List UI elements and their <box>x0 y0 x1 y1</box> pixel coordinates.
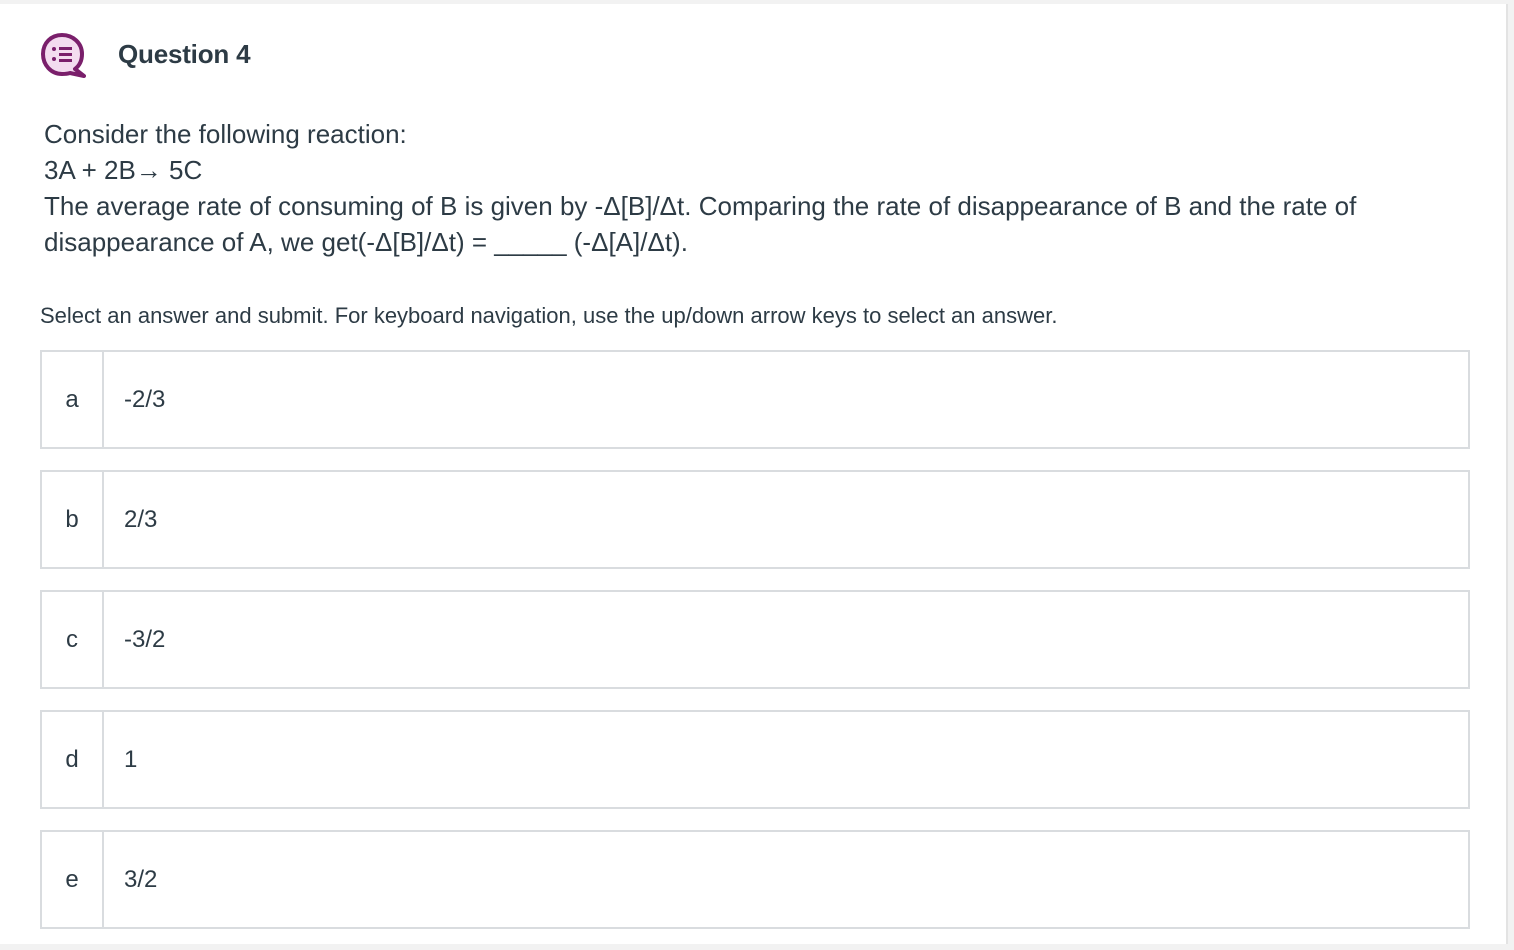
prompt-line: Consider the following reaction: <box>44 119 407 149</box>
question-title: Question 4 <box>118 38 251 69</box>
answer-letter: b <box>42 472 104 567</box>
answer-text: 1 <box>124 745 138 773</box>
answer-letter: d <box>42 712 104 807</box>
answer-letter: c <box>42 592 104 687</box>
answer-option-a[interactable]: a -2/3 <box>40 350 1470 449</box>
answer-letter: a <box>42 352 104 447</box>
question-prompt: Consider the following reaction: 3A + 2B… <box>44 116 1464 260</box>
answer-list: a -2/3 b 2/3 c -3/2 d 1 e 3/2 <box>40 350 1470 950</box>
question-panel: Question 4 Consider the following reacti… <box>0 4 1508 944</box>
answer-text: 3/2 <box>124 865 158 893</box>
question-header: Question 4 <box>40 30 251 78</box>
prompt-line: disappearance of A, we get(-Δ[B]/Δt) = _… <box>44 227 688 257</box>
answer-instruction: Select an answer and submit. For keyboar… <box>40 303 1058 328</box>
answer-option-e[interactable]: e 3/2 <box>40 830 1470 929</box>
answer-option-c[interactable]: c -3/2 <box>40 590 1470 689</box>
answer-option-b[interactable]: b 2/3 <box>40 470 1470 569</box>
answer-option-d[interactable]: d 1 <box>40 710 1470 809</box>
answer-text: -2/3 <box>124 385 166 413</box>
multiple-choice-bubble-icon <box>40 32 86 78</box>
answer-text: 2/3 <box>124 505 158 533</box>
prompt-line: The average rate of consuming of B is gi… <box>44 191 1357 221</box>
answer-letter: e <box>42 832 104 927</box>
prompt-line: 3A + 2B→ 5C <box>44 155 203 185</box>
answer-text: -3/2 <box>124 625 166 653</box>
